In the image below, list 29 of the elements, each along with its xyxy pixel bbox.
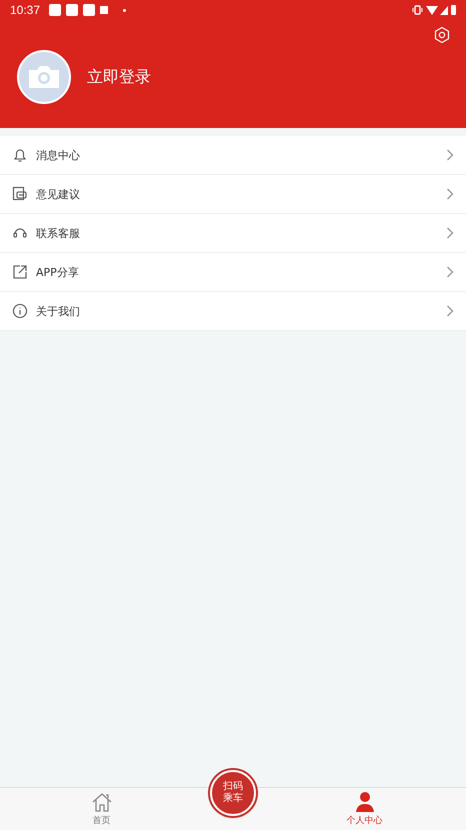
nav-tab[interactable]: 个人中心 <box>263 788 466 830</box>
bell-icon <box>12 147 28 163</box>
nav-tab[interactable]: 首页 <box>0 788 203 830</box>
notification-icon <box>49 4 62 16</box>
chat-icon <box>12 186 28 202</box>
person-icon <box>354 791 376 813</box>
dot-icon <box>123 8 126 12</box>
settings-icon[interactable] <box>433 26 451 44</box>
chevron-icon <box>446 227 454 239</box>
menu-item[interactable]: 消息中心 <box>0 136 466 175</box>
status-time: 10:37 <box>10 3 40 17</box>
menu-item[interactable]: 意见建议 <box>0 175 466 214</box>
login-link[interactable]: 立即登录 <box>87 66 151 88</box>
status-icons-drawing <box>412 4 456 16</box>
info-icon <box>12 303 28 319</box>
chevron-icon <box>446 305 454 317</box>
home-icon <box>90 791 112 813</box>
chevron-icon <box>446 188 454 200</box>
notification-icon <box>66 4 78 16</box>
menu-item[interactable]: 关于我们 <box>0 292 466 331</box>
menu-item[interactable]: APP分享 <box>0 253 466 292</box>
notification-icon <box>83 4 96 16</box>
chevron-icon <box>446 149 454 161</box>
notification-icon <box>100 6 108 14</box>
chevron-icon <box>446 266 454 278</box>
menu-item[interactable]: 联系客服 <box>0 214 466 253</box>
avatar-camera-icon[interactable] <box>17 50 71 104</box>
share-icon <box>12 264 28 280</box>
scan-to-ride-button[interactable]: 扫码 乘车 <box>210 770 256 816</box>
